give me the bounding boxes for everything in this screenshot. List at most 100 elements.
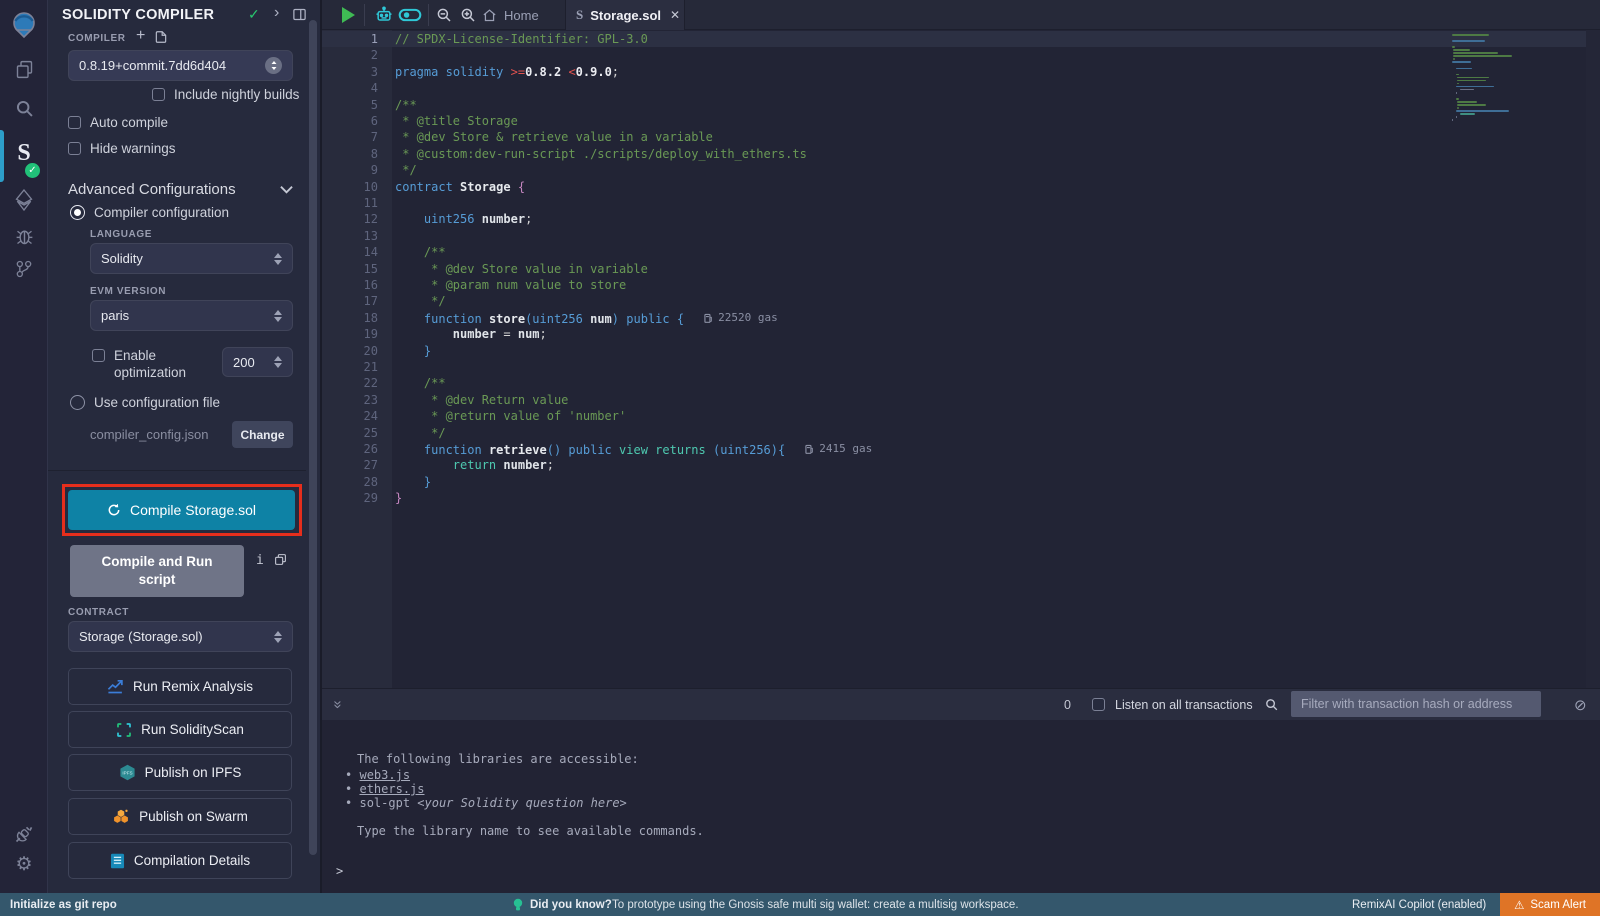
action-run-remix-analysis[interactable]: Run Remix Analysis — [68, 668, 292, 705]
compile-and-run-button[interactable]: Compile and Run script — [70, 545, 244, 597]
git-init-status[interactable]: Initialize as git repo — [10, 899, 117, 911]
collapse-panel-icon[interactable]: › — [274, 4, 279, 22]
line-number: 20 — [322, 343, 378, 359]
action-publish-on-swarm[interactable]: Publish on Swarm — [68, 798, 292, 835]
code-line-5[interactable]: 5/** — [322, 97, 1600, 113]
pin-panel-icon[interactable] — [292, 7, 306, 22]
file-explorer-icon[interactable] — [0, 55, 48, 83]
code-line-3[interactable]: 3pragma solidity >=0.8.2 <0.9.0; — [322, 64, 1600, 80]
terminal-collapse-icon[interactable]: » — [330, 700, 347, 708]
advanced-config-title[interactable]: Advanced Configurations — [68, 181, 236, 198]
zoom-in-icon[interactable] — [459, 6, 477, 24]
version-stepper-icon[interactable] — [265, 57, 282, 74]
include-nightly-checkbox[interactable] — [152, 88, 165, 101]
enable-optimization-checkbox[interactable] — [92, 349, 105, 362]
evm-stepper-icon — [274, 310, 282, 322]
runs-stepper-icon[interactable] — [274, 356, 282, 368]
zoom-out-icon[interactable] — [435, 6, 453, 24]
code-line-11[interactable]: 11 — [322, 195, 1600, 211]
code-line-24[interactable]: 24 * @return value of 'number' — [322, 408, 1600, 424]
copilot-toggle-icon[interactable] — [398, 7, 422, 23]
code-line-17[interactable]: 17 */ — [322, 293, 1600, 309]
settings-gear-icon[interactable]: ⚙ — [0, 850, 48, 878]
code-line-14[interactable]: 14 /** — [322, 244, 1600, 260]
editor-minimap[interactable] — [1448, 30, 1534, 718]
compile-button[interactable]: Compile Storage.sol — [68, 490, 295, 530]
code-line-4[interactable]: 4 — [322, 80, 1600, 96]
copilot-status[interactable]: RemixAI Copilot (enabled) — [1352, 899, 1486, 911]
run-script-play-icon[interactable] — [340, 6, 356, 24]
remixai-robot-icon[interactable] — [374, 5, 394, 25]
info-icon[interactable]: i — [256, 553, 264, 568]
deploy-run-icon[interactable] — [0, 186, 48, 214]
use-config-file-label: Use configuration file — [94, 395, 220, 410]
open-compiler-file-icon[interactable] — [154, 30, 168, 44]
code-line-23[interactable]: 23 * @dev Return value — [322, 392, 1600, 408]
action-publish-on-ipfs[interactable]: IPFSPublish on IPFS — [68, 754, 292, 791]
auto-compile-checkbox[interactable] — [68, 116, 81, 129]
search-icon[interactable] — [0, 94, 48, 122]
code-line-28[interactable]: 28 } — [322, 474, 1600, 490]
remix-logo[interactable] — [0, 8, 48, 42]
line-number: 15 — [322, 261, 378, 277]
line-number: 19 — [322, 326, 378, 342]
contract-select[interactable]: Storage (Storage.sol) — [68, 621, 293, 652]
panel-scrollbar-thumb[interactable] — [309, 20, 317, 855]
code-line-29[interactable]: 29} — [322, 490, 1600, 506]
listen-transactions-checkbox[interactable] — [1092, 698, 1105, 711]
code-editor[interactable]: 1// SPDX-License-Identifier: GPL-3.023pr… — [322, 30, 1600, 718]
debugger-icon[interactable] — [0, 222, 48, 250]
chevron-down-icon[interactable] — [280, 185, 293, 194]
change-config-button[interactable]: Change — [232, 421, 293, 448]
code-line-21[interactable]: 21 — [322, 359, 1600, 375]
code-line-27[interactable]: 27 return number; — [322, 457, 1600, 473]
clear-filter-icon[interactable]: ⊘ — [1574, 696, 1587, 714]
language-select[interactable]: Solidity — [90, 243, 293, 274]
add-compiler-icon[interactable]: + — [136, 27, 145, 45]
line-source: */ — [395, 293, 446, 309]
scam-alert-badge[interactable]: ⚠ Scam Alert — [1500, 893, 1600, 916]
code-line-6[interactable]: 6 * @title Storage — [322, 113, 1600, 129]
code-line-25[interactable]: 25 */ — [322, 425, 1600, 441]
code-line-12[interactable]: 12 uint256 number; — [322, 211, 1600, 227]
code-line-22[interactable]: 22 /** — [322, 375, 1600, 391]
git-icon[interactable] — [0, 255, 48, 283]
copy-icon[interactable] — [274, 553, 287, 566]
hide-warnings-checkbox[interactable] — [68, 142, 81, 155]
plugin-manager-icon[interactable] — [0, 820, 48, 848]
editor-scrollbar[interactable] — [1586, 30, 1600, 718]
code-line-26[interactable]: 26 function retrieve() public view retur… — [322, 441, 1600, 457]
code-line-19[interactable]: 19 number = num; — [322, 326, 1600, 342]
code-line-10[interactable]: 10contract Storage { — [322, 179, 1600, 195]
code-line-18[interactable]: 18 function store(uint256 num) public {2… — [322, 310, 1600, 326]
code-line-1[interactable]: 1// SPDX-License-Identifier: GPL-3.0 — [322, 31, 1600, 47]
solidity-compiler-icon[interactable]: S ✓ — [0, 132, 48, 174]
optimization-runs-input[interactable]: 200 — [222, 347, 293, 377]
minimap-line — [1456, 86, 1494, 88]
compiler-config-radio[interactable] — [70, 205, 85, 220]
code-line-9[interactable]: 9 */ — [322, 162, 1600, 178]
transaction-filter-input[interactable] — [1291, 691, 1541, 717]
action-compilation-details[interactable]: Compilation Details — [68, 842, 292, 879]
code-line-8[interactable]: 8 * @custom:dev-run-script ./scripts/dep… — [322, 146, 1600, 162]
line-number: 6 — [322, 113, 378, 129]
ethers-link[interactable]: ethers.js — [359, 782, 424, 796]
close-tab-icon[interactable]: ✕ — [670, 8, 680, 22]
code-line-15[interactable]: 15 * @dev Store value in variable — [322, 261, 1600, 277]
action-run-solidityscan[interactable]: Run SolidityScan — [68, 711, 292, 748]
code-line-2[interactable]: 2 — [322, 47, 1600, 63]
terminal-prompt[interactable]: > — [336, 864, 343, 878]
terminal-search-icon[interactable] — [1264, 697, 1279, 712]
terminal[interactable]: The following libraries are accessible: … — [322, 720, 1600, 893]
code-line-7[interactable]: 7 * @dev Store & retrieve value in a var… — [322, 129, 1600, 145]
web3-link[interactable]: web3.js — [359, 768, 410, 782]
use-config-file-radio[interactable] — [70, 395, 85, 410]
code-line-16[interactable]: 16 * @param num value to store — [322, 277, 1600, 293]
code-line-13[interactable]: 13 — [322, 228, 1600, 244]
code-line-20[interactable]: 20 } — [322, 343, 1600, 359]
evm-version-select[interactable]: paris — [90, 300, 293, 331]
tab-home[interactable]: Home — [482, 0, 539, 30]
panel-scrollbar[interactable] — [306, 0, 320, 893]
tab-storage-sol[interactable]: S Storage.sol ✕ — [565, 0, 685, 30]
compiler-version-select[interactable]: 0.8.19+commit.7dd6d404 — [68, 50, 293, 81]
